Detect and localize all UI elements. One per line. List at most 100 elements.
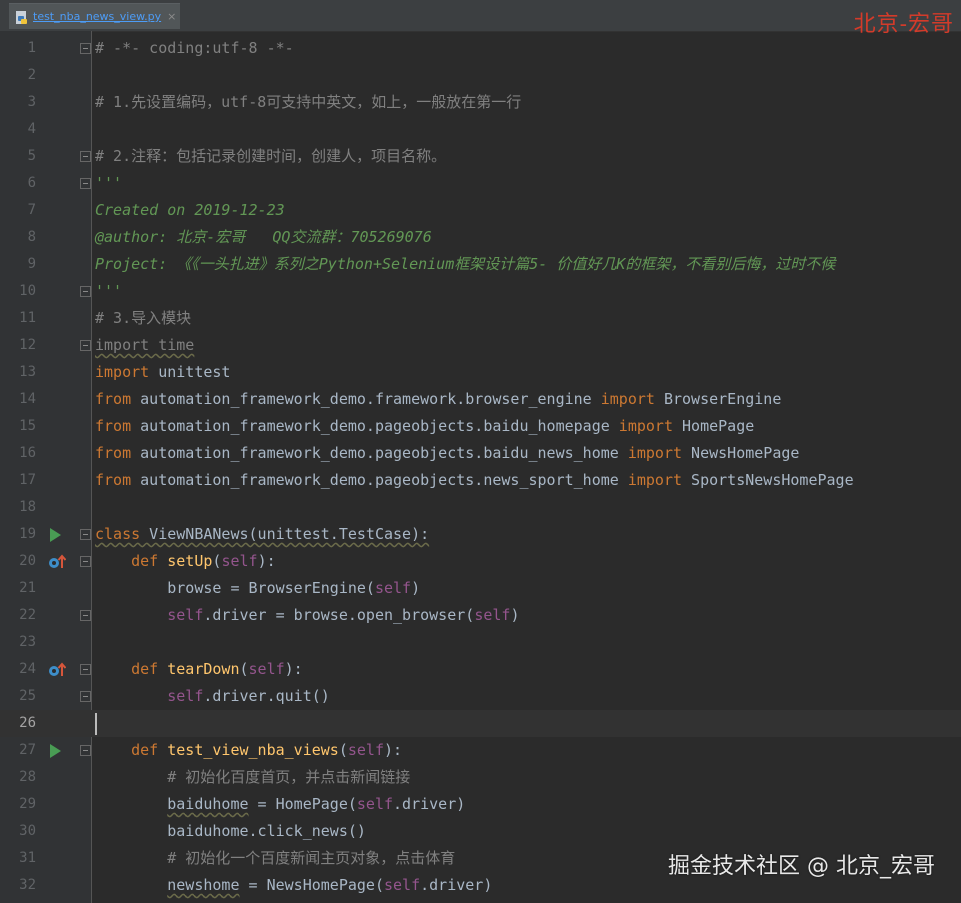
code-text[interactable]: Project: 《《一头扎进》系列之Python+Selenium框架设计篇5…	[95, 251, 835, 278]
override-icon[interactable]	[48, 662, 67, 678]
code-token: .driver)	[393, 795, 466, 813]
code-text[interactable]: # 1.先设置编码，utf-8可支持中英文，如上，一般放在第一行	[95, 89, 521, 116]
code-line[interactable]: 27 def test_view_nba_views(self):	[0, 737, 961, 764]
code-line[interactable]: 24 def tearDown(self):	[0, 656, 961, 683]
code-line[interactable]: 4	[0, 116, 961, 143]
code-text[interactable]: def tearDown(self):	[95, 656, 303, 683]
code-text[interactable]: browse = BrowserEngine(self)	[95, 575, 420, 602]
fold-icon[interactable]	[80, 556, 91, 567]
code-text[interactable]: # 2.注释：包括记录创建时间，创建人，项目名称。	[95, 143, 446, 170]
fold-icon[interactable]	[80, 151, 91, 162]
line-number: 11	[19, 310, 36, 326]
code-token: self	[167, 687, 204, 705]
code-text[interactable]	[95, 710, 97, 737]
code-text[interactable]: import time	[95, 332, 194, 359]
run-icon[interactable]	[50, 528, 61, 542]
fold-icon[interactable]	[80, 43, 91, 54]
code-text[interactable]: from automation_framework_demo.pageobjec…	[95, 467, 854, 494]
line-number: 6	[27, 175, 36, 191]
fold-icon[interactable]	[80, 745, 91, 756]
code-line[interactable]: 8 @author: 北京-宏哥 QQ交流群：705269076	[0, 224, 961, 251]
code-line[interactable]: 14 from automation_framework_demo.framewo…	[0, 386, 961, 413]
fold-icon[interactable]	[80, 178, 91, 189]
code-editor[interactable]: 1 # -*- coding:utf-8 -*- 2 3 # 1.先设置编码，utf-8…	[0, 31, 961, 903]
code-line[interactable]: 26	[0, 710, 961, 737]
code-token: @author: 北京-宏哥 QQ交流群：705269076	[95, 228, 432, 246]
code-line[interactable]: 5 # 2.注释：包括记录创建时间，创建人，项目名称。	[0, 143, 961, 170]
code-token: import	[627, 471, 683, 489]
code-token: # 初始化一个百度新闻主页对象，点击体育	[95, 849, 456, 867]
code-text[interactable]: '''	[95, 278, 122, 305]
code-token: ):	[257, 552, 276, 570]
code-text[interactable]: newshome = NewsHomePage(self.driver)	[95, 872, 492, 899]
code-text[interactable]: self.driver.quit()	[95, 683, 330, 710]
tab-title[interactable]: test_nba_news_view.py	[33, 10, 161, 23]
text-caret	[95, 712, 97, 735]
code-line[interactable]: 1 # -*- coding:utf-8 -*-	[0, 35, 961, 62]
code-line[interactable]: 3 # 1.先设置编码，utf-8可支持中英文，如上，一般放在第一行	[0, 89, 961, 116]
code-line[interactable]: 30 baiduhome.click_news()	[0, 818, 961, 845]
code-text[interactable]: def test_view_nba_views(self):	[95, 737, 402, 764]
code-text[interactable]: @author: 北京-宏哥 QQ交流群：705269076	[95, 224, 432, 251]
line-number: 7	[27, 202, 36, 218]
code-text[interactable]: '''	[95, 170, 122, 197]
line-number: 8	[27, 229, 36, 245]
code-text[interactable]: baiduhome.click_news()	[95, 818, 366, 845]
code-line[interactable]: 9 Project: 《《一头扎进》系列之Python+Selenium框架设计篇…	[0, 251, 961, 278]
code-line[interactable]: 20 def setUp(self):	[0, 548, 961, 575]
code-line[interactable]: 6 '''	[0, 170, 961, 197]
fold-icon[interactable]	[80, 286, 91, 297]
code-token: test_view_nba_views	[167, 741, 339, 759]
line-number: 20	[19, 553, 36, 569]
code-line[interactable]: 28 # 初始化百度首页，并点击新闻链接	[0, 764, 961, 791]
code-text[interactable]: baiduhome = HomePage(self.driver)	[95, 791, 465, 818]
code-text[interactable]: # 初始化一个百度新闻主页对象，点击体育	[95, 845, 455, 872]
code-token: unittest	[149, 363, 231, 381]
file-tab[interactable]: test_nba_news_view.py ×	[9, 3, 180, 29]
code-line[interactable]: 12 import time	[0, 332, 961, 359]
code-line[interactable]: 16 from automation_framework_demo.pageobj…	[0, 440, 961, 467]
code-text[interactable]: class ViewNBANews(unittest.TestCase):	[95, 521, 429, 548]
code-line[interactable]: 17 from automation_framework_demo.pageobj…	[0, 467, 961, 494]
run-icon[interactable]	[50, 744, 61, 758]
fold-icon[interactable]	[80, 340, 91, 351]
code-token: Project: 《《一头扎进》系列之Python+Selenium框架设计篇5…	[95, 255, 836, 273]
line-number: 15	[19, 418, 36, 434]
code-text[interactable]: Created on 2019-12-23	[95, 197, 285, 224]
fold-icon[interactable]	[80, 691, 91, 702]
code-text[interactable]: from automation_framework_demo.pageobjec…	[95, 413, 754, 440]
code-line[interactable]: 22 self.driver = browse.open_browser(sel…	[0, 602, 961, 629]
code-line[interactable]: 10 '''	[0, 278, 961, 305]
code-line[interactable]: 11 # 3.导入模块	[0, 305, 961, 332]
fold-icon[interactable]	[80, 610, 91, 621]
code-line[interactable]: 2	[0, 62, 961, 89]
code-token: class	[95, 525, 141, 543]
code-text[interactable]: import unittest	[95, 359, 230, 386]
code-text[interactable]: def setUp(self):	[95, 548, 276, 575]
code-line[interactable]: 7 Created on 2019-12-23	[0, 197, 961, 224]
line-number: 13	[19, 364, 36, 380]
code-line[interactable]: 13 import unittest	[0, 359, 961, 386]
code-line[interactable]: 29 baiduhome = HomePage(self.driver)	[0, 791, 961, 818]
code-line[interactable]: 19 class ViewNBANews(unittest.TestCase):	[0, 521, 961, 548]
line-number: 21	[19, 580, 36, 596]
code-text[interactable]: # 3.导入模块	[95, 305, 191, 332]
code-text[interactable]: # 初始化百度首页，并点击新闻链接	[95, 764, 410, 791]
fold-icon[interactable]	[80, 529, 91, 540]
watermark-bottom: 掘金技术社区 @ 北京_宏哥	[668, 854, 935, 879]
close-icon[interactable]: ×	[167, 10, 176, 23]
code-line[interactable]: 15 from automation_framework_demo.pageobj…	[0, 413, 961, 440]
code-text[interactable]: from automation_framework_demo.pageobjec…	[95, 440, 799, 467]
code-text[interactable]: from automation_framework_demo.framework…	[95, 386, 781, 413]
code-line[interactable]: 25 self.driver.quit()	[0, 683, 961, 710]
code-line[interactable]: 21 browse = BrowserEngine(self)	[0, 575, 961, 602]
code-line[interactable]: 23	[0, 629, 961, 656]
override-icon[interactable]	[48, 554, 67, 570]
code-text[interactable]: # -*- coding:utf-8 -*-	[95, 35, 294, 62]
fold-icon[interactable]	[80, 664, 91, 675]
line-number: 16	[19, 445, 36, 461]
code-line[interactable]: 18	[0, 494, 961, 521]
code-token: self	[384, 876, 421, 894]
code-text[interactable]: self.driver = browse.open_browser(self)	[95, 602, 519, 629]
